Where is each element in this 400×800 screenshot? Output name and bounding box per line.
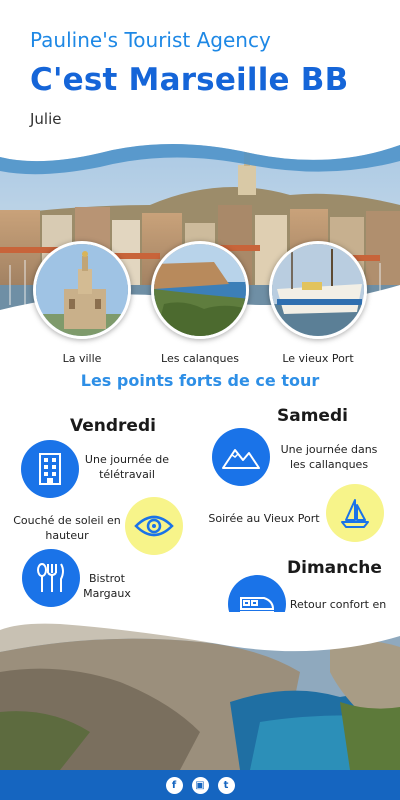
highlight-label-vieux-port: Le vieux Port (282, 352, 354, 365)
footer: f ▣ t (0, 770, 400, 800)
la-ville-photo (33, 241, 131, 339)
agency-name: Pauline's Tourist Agency (30, 28, 271, 52)
day-saturday-heading: Samedi (277, 406, 348, 426)
activity-coucher-soleil: Couché de soleil en hauteur (13, 514, 121, 542)
page-title: C'est Marseille BB (30, 62, 349, 98)
highlight-label-ville: La ville (62, 352, 102, 365)
activity-vieux-port: Soirée au Vieux Port (208, 512, 320, 525)
cutlery-icon (22, 549, 80, 607)
section-title: Les points forts de ce tour (80, 371, 320, 390)
mountain-icon (212, 428, 270, 486)
day-friday-heading: Vendredi (70, 416, 156, 436)
building-icon (21, 440, 79, 498)
activity-calanques: Une journée dans les callanques (280, 443, 378, 471)
calanque-photo (0, 612, 400, 770)
activity-teletravail: Une journée de télétravail (84, 453, 170, 481)
facebook-icon[interactable]: f (165, 776, 183, 794)
le-vieux-port-photo (269, 241, 367, 339)
twitter-icon[interactable]: t (217, 776, 235, 794)
author-name: Julie (30, 110, 62, 128)
youtube-icon[interactable]: ▣ (191, 776, 209, 794)
activity-bistrot: Bistrot Margaux (83, 572, 131, 600)
les-calanques-photo (151, 241, 249, 339)
day-sunday-heading: Dimanche (287, 558, 382, 578)
eye-icon (125, 497, 183, 555)
highlight-label-calanques: Les calanques (161, 352, 239, 365)
sailboat-icon (326, 484, 384, 542)
